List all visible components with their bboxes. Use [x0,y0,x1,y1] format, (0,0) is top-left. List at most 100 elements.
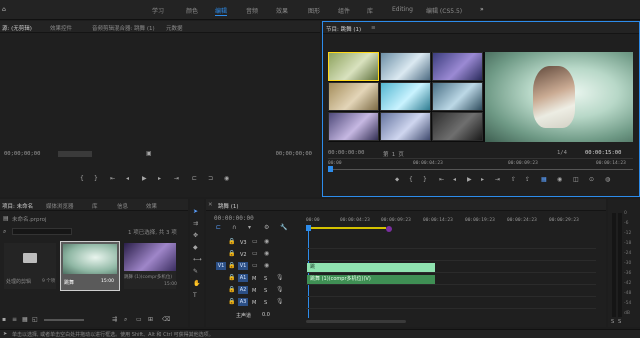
multicam-angle-7[interactable] [328,112,379,141]
new-item-icon[interactable]: ⊞ [148,317,153,323]
track-label[interactable]: V2 [240,252,247,258]
program-playhead[interactable] [328,166,333,172]
step-back-icon[interactable]: ◂ [126,176,129,182]
record-icon[interactable]: ◍ [605,177,610,183]
automate-icon[interactable]: ⇶ [112,317,117,323]
work-area-bar[interactable] [306,227,386,229]
lock-icon[interactable]: 🔒 [228,287,235,293]
multicam-angle-5[interactable] [380,82,431,111]
search-icon[interactable]: ⌕ [3,229,6,235]
linked-selection-icon[interactable]: ∩ [232,225,236,231]
source-patch-v1[interactable]: V1 [216,262,226,270]
tab-project[interactable]: 项目: 未命名 [2,202,33,210]
mark-out-icon[interactable]: } [423,177,427,183]
pen-tool-icon[interactable]: ✎ [193,269,198,275]
mark-out-icon[interactable]: } [94,176,98,182]
tab-audio-clip-mixer[interactable]: 音频剪辑混合器: 跳舞 (1) [92,24,155,32]
tab-source[interactable]: 源: (无剪辑) [2,24,32,32]
type-tool-icon[interactable]: T [193,293,197,299]
workspace-tab-audio[interactable]: 音频 [246,6,258,15]
insert-icon[interactable]: ⊏ [192,176,197,182]
play-icon[interactable]: ▶ [467,177,472,183]
program-zoom-dropdown[interactable]: 第 1 页 [383,150,404,158]
sync-lock-icon[interactable]: ▭ [252,239,258,245]
icon-view-icon[interactable]: ▦ [22,317,28,323]
workspace-tab-graphics[interactable]: 图形 [308,6,320,15]
multicam-angle-9[interactable] [432,112,483,141]
mark-in-icon[interactable]: { [409,177,413,183]
hand-tool-icon[interactable]: ✋ [193,281,200,287]
workspace-tab-cs55[interactable]: 编辑 (CS5.5) [426,6,462,15]
workspace-tab-library[interactable]: 库 [367,6,373,15]
workspace-tab-assemble[interactable]: 组件 [338,6,350,15]
timeline-settings-icon[interactable]: ⚙ [264,225,269,231]
tab-sequence[interactable]: 跳舞 (1) [218,202,239,210]
trash-icon[interactable]: ⌫ [162,317,170,323]
multicam-angle-3[interactable] [432,52,483,81]
tab-libraries[interactable]: 库 [92,202,98,210]
settings-icon[interactable]: ▣ [146,151,152,157]
track-label[interactable]: V3 [240,240,247,246]
source-timecode-in[interactable]: 00;00;00;00 [4,151,40,157]
sync-lock-icon[interactable]: ▭ [252,251,258,257]
multicam-angle-2[interactable] [380,52,431,81]
track-label[interactable]: A1 [238,274,248,282]
export-frame-icon[interactable]: ◉ [224,176,229,182]
workspace-tab-color[interactable]: 颜色 [186,6,198,15]
timeline-ruler[interactable]: 00:00 00:00:04:23 00:00:09:23 00:00:14:2… [306,216,602,232]
eye-icon[interactable]: ◉ [264,263,269,269]
zoom-slider[interactable] [44,319,84,321]
tab-media-browser[interactable]: 媒体浏览器 [46,202,74,210]
new-bin-icon[interactable]: ▭ [136,317,142,323]
video-clip[interactable]: 跳 [307,263,435,272]
workspace-tab-edit[interactable]: 编辑 [215,6,228,16]
sync-lock-icon[interactable]: ▭ [252,263,258,269]
overwrite-icon[interactable]: ⊐ [208,176,213,182]
track-label[interactable]: V1 [238,262,248,270]
mark-in-icon[interactable]: { [80,176,84,182]
lock-icon[interactable]: 🔒 [228,251,235,257]
tab-effects[interactable]: 效果 [146,202,157,210]
workspace-tab-learn[interactable]: 学习 [152,6,164,15]
solo-button[interactable]: S [264,288,267,294]
step-forward-icon[interactable]: ▸ [158,176,161,182]
mute-button[interactable]: M [252,300,256,306]
project-search-input[interactable] [12,228,72,235]
lock-icon[interactable]: 🔒 [228,299,235,305]
add-marker-icon[interactable]: ⬥ [395,177,399,183]
solo-right-button[interactable]: S [618,319,621,325]
more-workspaces-icon[interactable]: » [480,6,484,13]
program-ruler[interactable]: 00:00 00:00:04:23 00:00:09:23 00:00:14:2… [328,158,633,172]
export-frame-icon[interactable]: ◉ [557,177,562,183]
eye-icon[interactable]: ◉ [264,239,269,245]
selection-tool-icon[interactable]: ➤ [193,209,198,215]
track-label[interactable]: A2 [238,286,248,294]
razor-tool-icon[interactable]: ◆ [193,245,198,251]
play-icon[interactable]: ▶ [142,176,147,182]
mute-button[interactable]: M [252,288,256,294]
home-icon[interactable]: ⌂ [2,6,6,13]
wrench-icon[interactable]: 🔧 [280,225,287,231]
lock-icon[interactable]: 🔒 [228,263,235,269]
multicam-angle-8[interactable] [380,112,431,141]
program-menu-icon[interactable]: ≡ [371,25,376,31]
go-to-in-icon[interactable]: ⇤ [439,177,444,183]
go-to-out-icon[interactable]: ⇥ [495,177,500,183]
freeform-view-icon[interactable]: ◱ [32,317,38,323]
timeline-timecode[interactable]: 00:00:00:00 [214,215,254,222]
source-fit-dropdown[interactable] [58,151,92,157]
tab-effect-controls[interactable]: 效果控件 [50,24,72,32]
solo-left-button[interactable]: S [611,319,614,325]
timeline-scrollbar[interactable] [306,320,406,323]
mute-button[interactable]: M [252,276,256,282]
tab-metadata[interactable]: 元数据 [166,24,183,32]
program-main-view[interactable] [485,52,633,142]
eye-icon[interactable]: ◉ [264,251,269,257]
multicam-angle-6[interactable] [432,82,483,111]
lock-icon[interactable]: 🔒 [228,239,235,245]
project-item-bin[interactable]: 处理的剪辑 9 个项 [4,243,56,289]
program-timecode[interactable]: 00:00:00:00 [328,150,364,156]
source-timecode-out[interactable]: 00;00;00;00 [276,151,312,157]
step-forward-icon[interactable]: ▸ [481,177,484,183]
master-track-value[interactable]: 0.0 [262,312,270,318]
